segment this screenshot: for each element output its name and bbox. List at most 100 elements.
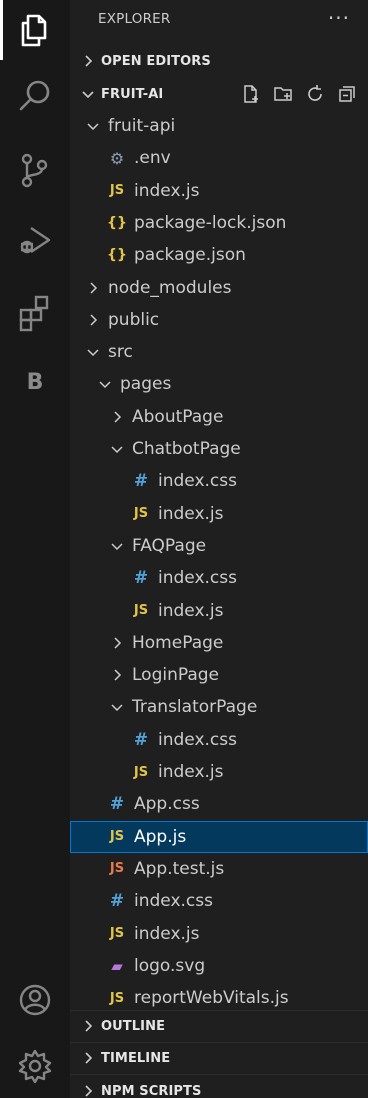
tree-item-label: package-lock.json (134, 212, 287, 233)
tree-folder[interactable]: public (70, 304, 368, 336)
tree-item-label: App.test.js (134, 858, 225, 879)
tree-file[interactable]: {} package.json (70, 239, 368, 271)
explorer-sidebar: EXPLORER ··· OPEN EDITORS FRUIT-AI fruit… (70, 0, 368, 1098)
chevron-down-icon (96, 375, 114, 393)
tree-folder[interactable]: TranslatorPage (70, 691, 368, 723)
tree-item-label: public (108, 309, 160, 330)
chevron-right-icon (73, 1019, 103, 1033)
tree-file[interactable]: ▰ logo.svg (70, 950, 368, 982)
more-actions-icon[interactable]: ··· (328, 6, 350, 30)
explorer-title: EXPLORER (98, 11, 171, 27)
tree-file[interactable]: # index.css (70, 562, 368, 594)
chevron-down-icon (84, 117, 102, 135)
javascript-file-icon: JS (109, 926, 125, 941)
account-icon[interactable] (0, 970, 70, 1030)
chevron-right-icon (73, 1051, 103, 1065)
css-file-icon: # (109, 891, 125, 912)
explorer-icon[interactable] (0, 0, 70, 60)
env-file-icon: ⚙ (109, 148, 125, 168)
activity-bar: B (0, 0, 70, 1098)
tree-item-label: pages (120, 374, 172, 395)
tree-item-label: App.js (134, 826, 187, 847)
json-file-icon: {} (107, 214, 127, 231)
refresh-icon[interactable] (304, 83, 326, 105)
tree-folder[interactable]: src (70, 336, 368, 368)
tree-item-label: .env (134, 148, 171, 169)
open-editors-header[interactable]: OPEN EDITORS (70, 46, 368, 76)
chevron-right-icon (73, 54, 103, 68)
b-extension-icon[interactable]: B (0, 352, 70, 412)
tree-folder[interactable]: FAQPage (70, 530, 368, 562)
tree-file[interactable]: {} package-lock.json (70, 207, 368, 239)
tree-folder[interactable]: fruit-api (70, 110, 368, 142)
source-control-icon[interactable] (0, 140, 70, 200)
javascript-file-icon: JS (133, 764, 149, 780)
tree-file[interactable]: JS index.js (70, 756, 368, 788)
javascript-file-icon: JS (109, 829, 125, 845)
tree-folder[interactable]: ChatbotPage (70, 433, 368, 465)
tree-item-label: TranslatorPage (132, 697, 258, 718)
tree-file[interactable]: JS index.js (70, 595, 368, 627)
chevron-right-icon (84, 279, 102, 297)
timeline-header[interactable]: TIMELINE (70, 1043, 368, 1073)
new-folder-icon[interactable] (272, 83, 294, 105)
chevron-right-icon (108, 634, 126, 652)
tree-item-label: src (108, 342, 133, 363)
tree-file[interactable]: JS index.js (70, 498, 368, 530)
tree-item-label: LoginPage (132, 665, 220, 686)
chevron-right-icon (108, 408, 126, 426)
tree-folder[interactable]: HomePage (70, 627, 368, 659)
tree-item-label: index.js (134, 180, 200, 201)
tree-file[interactable]: # App.css (70, 788, 368, 820)
collapse-all-icon[interactable] (336, 83, 358, 105)
tree-file[interactable]: # index.css (70, 465, 368, 497)
tree-item-label: logo.svg (134, 955, 206, 976)
project-header[interactable]: FRUIT-AI (70, 79, 368, 109)
settings-gear-icon[interactable] (0, 1036, 70, 1096)
tree-item-label: reportWebVitals.js (134, 988, 289, 1009)
outline-label: OUTLINE (101, 1018, 166, 1034)
tree-file[interactable]: ⚙ .env (70, 142, 368, 174)
tree-item-label: node_modules (108, 277, 232, 298)
tree-item-label: AboutPage (132, 406, 224, 427)
chevron-down-icon (108, 440, 126, 458)
tree-item-label: fruit-api (108, 116, 176, 136)
new-file-icon[interactable] (240, 83, 262, 105)
search-icon[interactable] (0, 66, 70, 126)
javascript-file-icon: JS (109, 990, 125, 1006)
tree-file[interactable]: # index.css (70, 885, 368, 917)
tree-item-label: index.js (134, 923, 200, 944)
tree-item-label: index.css (158, 729, 237, 750)
tree-file[interactable]: JS App.test.js (70, 853, 368, 885)
tree-item-label: index.js (158, 762, 224, 782)
outline-header[interactable]: OUTLINE (70, 1011, 368, 1041)
test-file-icon: JS (109, 861, 125, 877)
chevron-right-icon (108, 666, 126, 684)
javascript-file-icon: JS (109, 183, 125, 199)
npm-scripts-label: NPM SCRIPTS (101, 1083, 202, 1098)
timeline-label: TIMELINE (101, 1050, 171, 1066)
tree-item-label: ChatbotPage (132, 439, 241, 459)
tree-file[interactable]: JS App.js (70, 820, 368, 853)
tree-item-label: index.css (158, 471, 237, 492)
tree-item-label: index.css (158, 568, 237, 589)
npm-scripts-header[interactable]: NPM SCRIPTS (70, 1076, 368, 1098)
tree-folder[interactable]: LoginPage (70, 659, 368, 691)
css-file-icon: # (133, 568, 149, 589)
tree-item-label: package.json (134, 245, 246, 266)
css-file-icon: # (133, 729, 149, 750)
tree-folder[interactable]: AboutPage (70, 401, 368, 433)
tree-file[interactable]: JS index.js (70, 175, 368, 207)
tree-file[interactable]: # index.css (70, 724, 368, 756)
tree-item-label: App.css (134, 794, 200, 815)
extensions-icon[interactable] (0, 282, 70, 342)
tree-file[interactable]: JS index.js (70, 918, 368, 950)
chevron-right-icon (84, 311, 102, 329)
tree-item-label: index.js (158, 600, 224, 621)
tree-item-label: HomePage (132, 632, 224, 653)
run-debug-icon[interactable] (0, 210, 70, 270)
tree-item-label: index.css (134, 891, 213, 912)
tree-folder[interactable]: node_modules (70, 272, 368, 304)
tree-folder[interactable]: pages (70, 368, 368, 400)
chevron-down-icon (108, 537, 126, 555)
